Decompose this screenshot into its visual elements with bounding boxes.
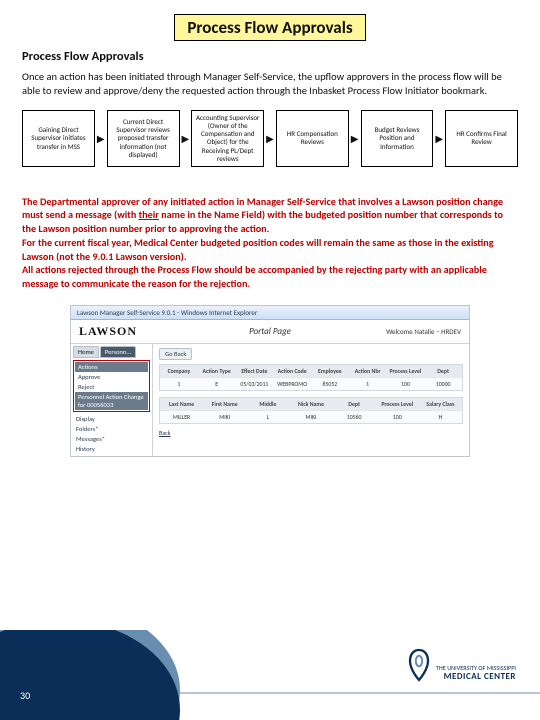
th: Middle bbox=[246, 398, 289, 410]
th: First Name bbox=[203, 398, 246, 410]
page-number: 30 bbox=[20, 689, 30, 702]
sidebar-item-folders[interactable]: Folders* bbox=[73, 424, 150, 434]
back-link[interactable]: Back bbox=[159, 429, 463, 437]
td: 85052 bbox=[311, 378, 349, 390]
tab-home[interactable]: Home bbox=[73, 346, 99, 358]
sidebar-head-actions: Actions bbox=[75, 362, 148, 372]
td: 100 bbox=[376, 411, 419, 423]
flow-step-6: HR Confirms Final Review bbox=[445, 110, 518, 166]
th: Company bbox=[160, 365, 198, 377]
app-header: LAWSON Portal Page Welcome Natalie – HRD… bbox=[71, 320, 469, 344]
table-row: 1 E 05/03/2011 WEBPROMO 85052 1 100 1000… bbox=[160, 377, 462, 390]
td: MIKI bbox=[203, 411, 246, 423]
sidebar: Home Personn... Actions Approve Reject P… bbox=[71, 344, 153, 456]
th: Action Type bbox=[198, 365, 236, 377]
sidebar-item-display[interactable]: Display bbox=[73, 414, 150, 424]
th: Nick Name bbox=[289, 398, 332, 410]
th: Dept bbox=[333, 398, 376, 410]
highlight-box: Actions Approve Reject Personnel Action … bbox=[73, 360, 150, 412]
flow-arrow-icon: ▶ bbox=[351, 132, 359, 145]
sidebar-head-pachange: Personnel Action Change for 00056033 bbox=[75, 392, 148, 410]
flow-step-3: Accounting Supervisor (Owner of the Comp… bbox=[191, 110, 264, 166]
td: 10000 bbox=[424, 378, 462, 390]
th: Process Level bbox=[376, 398, 419, 410]
flow-step-1: Gaining Direct Supervisor initiates tran… bbox=[22, 110, 95, 166]
note-2: For the current fiscal year, Medical Cen… bbox=[22, 236, 518, 264]
th: Process Level bbox=[387, 365, 425, 377]
td: 1 bbox=[160, 378, 198, 390]
flow-arrow-icon: ▶ bbox=[266, 132, 274, 145]
th: Action Code bbox=[273, 365, 311, 377]
go-back-button[interactable]: Go Back bbox=[159, 348, 192, 360]
flow-arrow-icon: ▶ bbox=[435, 132, 443, 145]
sidebar-item-reject[interactable]: Reject bbox=[75, 382, 148, 392]
page-title-box: Process Flow Approvals bbox=[174, 14, 365, 41]
table-row: MILLER MIKI L MIKI 10560 100 H bbox=[160, 410, 462, 423]
th: Action Nbr bbox=[349, 365, 387, 377]
td: E bbox=[198, 378, 236, 390]
td: 05/03/2011 bbox=[236, 378, 274, 390]
td: MILLER bbox=[160, 411, 203, 423]
main-panel: Go Back Company Action Type Effect Date … bbox=[153, 344, 469, 456]
th: Salary Class bbox=[419, 398, 462, 410]
th: Last Name bbox=[160, 398, 203, 410]
flow-step-4: HR Compensation Reviews bbox=[276, 110, 349, 166]
flow-arrow-icon: ▶ bbox=[182, 132, 190, 145]
employee-table: Last Name First Name Middle Nick Name De… bbox=[159, 397, 463, 424]
tab-personnel[interactable]: Personn... bbox=[100, 346, 136, 358]
window-titlebar: Lawson Manager Self-Service 9.0.1 - Wind… bbox=[71, 306, 469, 320]
th: Effect Date bbox=[236, 365, 274, 377]
action-table: Company Action Type Effect Date Action C… bbox=[159, 364, 463, 391]
flow-arrow-icon: ▶ bbox=[97, 132, 105, 145]
td: 1 bbox=[349, 378, 387, 390]
td: WEBPROMO bbox=[273, 378, 311, 390]
section-subtitle: Process Flow Approvals bbox=[22, 49, 518, 64]
sidebar-item-approve[interactable]: Approve bbox=[75, 372, 148, 382]
process-flow-diagram: Gaining Direct Supervisor initiates tran… bbox=[22, 110, 518, 166]
important-notes: The Departmental approver of any initiat… bbox=[22, 195, 518, 291]
td: L bbox=[246, 411, 289, 423]
td: H bbox=[419, 411, 462, 423]
th: Employee bbox=[311, 365, 349, 377]
td: 100 bbox=[387, 378, 425, 390]
note-1: The Departmental approver of any initiat… bbox=[22, 195, 518, 236]
welcome-text: Welcome Natalie – HRDEV bbox=[386, 327, 461, 336]
sidebar-item-messages[interactable]: Messages* bbox=[73, 434, 150, 444]
td: 10560 bbox=[333, 411, 376, 423]
intro-paragraph: Once an action has been initiated throug… bbox=[22, 70, 518, 98]
footer-curve bbox=[0, 630, 540, 720]
note-3: All actions rejected through the Process… bbox=[22, 263, 518, 291]
lawson-screenshot: Lawson Manager Self-Service 9.0.1 - Wind… bbox=[70, 305, 470, 457]
td: MIKI bbox=[289, 411, 332, 423]
lawson-logo: LAWSON bbox=[79, 324, 137, 339]
portal-page-label: Portal Page bbox=[249, 326, 291, 337]
th: Dept bbox=[424, 365, 462, 377]
flow-step-2: Current Direct Supervisor reviews propos… bbox=[107, 110, 180, 166]
sidebar-item-history[interactable]: History bbox=[73, 444, 150, 454]
flow-step-5: Budget Reviews Position and Information bbox=[361, 110, 434, 166]
